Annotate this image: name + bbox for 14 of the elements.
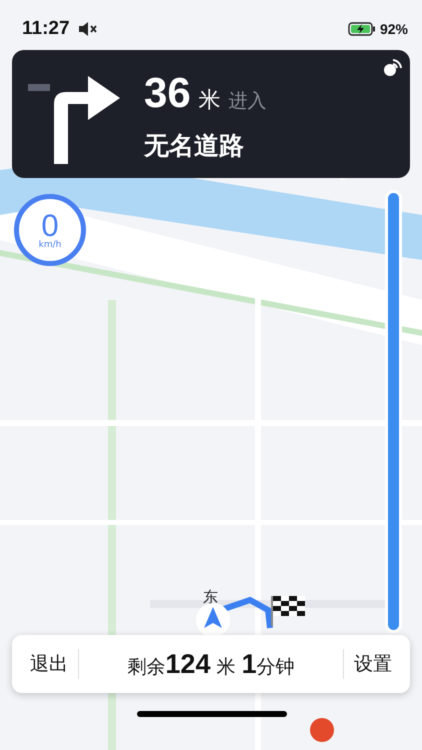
heading-label: 东 xyxy=(203,587,218,608)
distance-value: 36 xyxy=(144,72,191,114)
speed-value: 0 xyxy=(41,210,59,241)
satellite-icon xyxy=(382,58,402,78)
clock-time: 11:27 xyxy=(22,16,70,41)
road-name: 无名道路 xyxy=(144,133,245,158)
remaining-summary: 剩余124 米 1分钟 xyxy=(126,648,296,681)
exit-button[interactable]: 退出 xyxy=(20,650,78,678)
battery-percent: 92% xyxy=(380,20,408,38)
speed-unit: km/h xyxy=(38,241,62,250)
distance-unit: 米 xyxy=(198,87,221,115)
finish-flag-icon xyxy=(270,594,306,628)
action-text: 进入 xyxy=(228,89,267,114)
settings-button[interactable]: 设置 xyxy=(344,650,402,678)
